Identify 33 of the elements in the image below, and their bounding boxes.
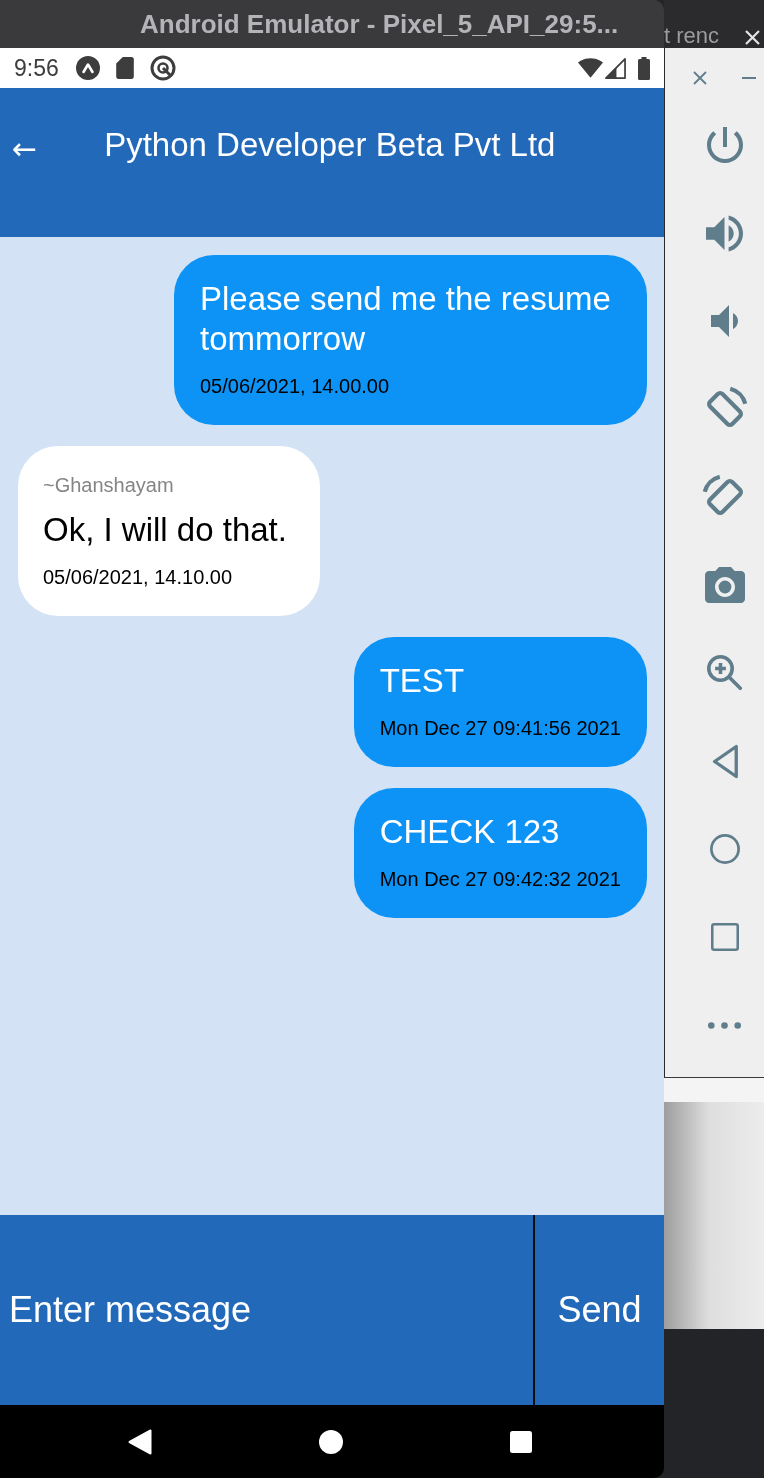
message-timestamp: Mon Dec 27 09:41:56 2021	[379, 716, 621, 740]
camera-icon[interactable]	[704, 567, 745, 603]
message-timestamp: 05/06/2021, 14.00.00	[200, 374, 390, 398]
chevron-circle-icon	[75, 56, 100, 80]
send-button[interactable]: Send	[533, 1215, 664, 1405]
circle-slash-icon	[149, 55, 176, 81]
message-text: Ok, I will do that.	[43, 510, 287, 550]
signal-icon	[605, 57, 626, 79]
back-triangle-icon[interactable]	[128, 1428, 152, 1455]
status-time: 9:56	[14, 54, 59, 82]
message-timestamp: 05/06/2021, 14.10.00	[43, 565, 233, 589]
home-circle-icon[interactable]	[319, 1429, 343, 1454]
circle-icon[interactable]	[709, 834, 740, 864]
power-icon[interactable]	[706, 127, 743, 163]
message-text: TEST	[379, 661, 465, 701]
tab-title: t renc	[664, 24, 720, 48]
sender-name: ~Ghanshayam	[43, 473, 174, 498]
triangle-icon[interactable]	[711, 743, 738, 779]
square-icon[interactable]	[510, 1430, 532, 1453]
message-text: Please send me the resume tommorrow	[200, 279, 612, 359]
message-input[interactable]: Enter message	[0, 1215, 533, 1405]
battery-icon	[638, 56, 650, 80]
message-timestamp: Mon Dec 27 09:42:32 2021	[379, 867, 621, 891]
message-text: CHECK 123	[379, 812, 560, 852]
zoom-in-icon[interactable]	[706, 655, 743, 691]
wifi-icon	[578, 58, 603, 78]
chat-title: Python Developer Beta Pvt Ltd	[104, 125, 556, 165]
volume-down-icon[interactable]	[711, 305, 738, 337]
volume-up-icon[interactable]	[706, 214, 743, 252]
back-button[interactable]: ←	[12, 129, 38, 169]
window-title: Android Emulator - Pixel_5_API_29:5...	[140, 8, 619, 40]
more-icon[interactable]	[708, 1021, 741, 1029]
sd-card-icon	[115, 57, 134, 79]
